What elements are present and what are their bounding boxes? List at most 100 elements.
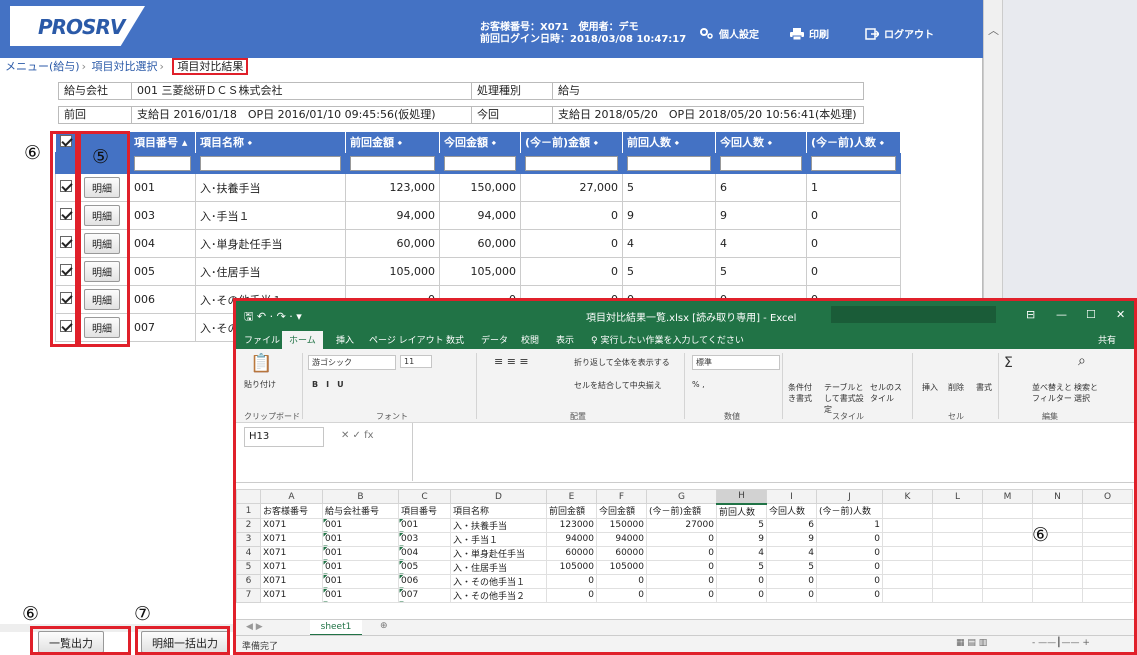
annotation-6-checkbox: ⑥: [24, 142, 42, 164]
maximize-icon[interactable]: ☐: [1086, 308, 1096, 321]
col-header-curr[interactable]: 今回金額 ⬩: [439, 132, 521, 153]
fx-icon[interactable]: ✕ ✓ fx: [341, 430, 374, 441]
autosum-icon[interactable]: Σ: [1004, 355, 1013, 371]
col-header-prevn[interactable]: 前回人数 ⬩: [622, 132, 716, 153]
excel-titlebar: 🖫 ↶ · ↷ · ▾ 項目対比結果一覧.xlsx [読み取り専用] - Exc…: [236, 301, 1134, 329]
settings-button[interactable]: 個人設定: [700, 26, 759, 41]
tab-insert[interactable]: 挿入: [336, 333, 354, 346]
insert-cells-button[interactable]: 挿入: [922, 382, 938, 393]
tab-review[interactable]: 校閲: [521, 333, 539, 346]
tab-file[interactable]: ファイル: [244, 333, 280, 346]
delete-cells-button[interactable]: 削除: [948, 382, 964, 393]
font-name-select[interactable]: 游ゴシック: [308, 355, 396, 370]
sheet-row: 6 X071 001 006 入・その他手当１ 0 0 0 0 0 0: [236, 573, 1133, 589]
conditional-format-button[interactable]: 条件付き書式: [788, 382, 818, 404]
annotation-6-list: ⑥: [22, 603, 40, 625]
number-buttons[interactable]: % ,: [692, 380, 705, 389]
group-clipboard: クリップボード: [244, 412, 300, 421]
add-sheet-icon[interactable]: ⊕: [380, 621, 388, 631]
filter-diff[interactable]: [525, 155, 618, 171]
ribbon-options-icon[interactable]: ⊟: [1026, 308, 1035, 321]
tab-data[interactable]: データ: [481, 333, 508, 346]
group-styles: スタイル: [832, 412, 864, 421]
filter-name[interactable]: [200, 155, 341, 171]
tab-layout[interactable]: ページ レイアウト: [369, 333, 444, 346]
tab-formulas[interactable]: 数式: [446, 333, 464, 346]
status-bar: 準備完了 ▦ ▤ ▥ - ——┃—— +: [236, 635, 1134, 652]
filter-prevn[interactable]: [627, 155, 711, 171]
period-info-row: 前回 支給日 2016/01/18 OP日 2016/01/10 09:45:5…: [58, 106, 864, 124]
search-icon[interactable]: ⌕: [1078, 353, 1086, 369]
col-header-name[interactable]: 項目名称 ⬩: [195, 132, 346, 153]
paste-icon[interactable]: 📋: [250, 353, 272, 374]
share-button[interactable]: 共有: [1098, 333, 1116, 346]
scroll-up-icon[interactable]: ︿: [988, 22, 999, 38]
filter-currn[interactable]: [720, 155, 802, 171]
group-cells: セル: [948, 412, 964, 421]
excel-ribbon-tabs: ファイル ホーム 挿入 ページ レイアウト 数式 データ 校閲 表示 ♀ 実行し…: [236, 329, 1134, 349]
table-row: 明細 001 入･扶養手当 123,000 150,000 27,000 5 6…: [55, 173, 901, 202]
breadcrumb: メニュー(給与) › 項目対比選択 › 項目対比結果: [0, 58, 983, 76]
find-select-button[interactable]: 検索と選択: [1074, 382, 1104, 404]
company-info-row: 給与会社 001 三菱総研ＤＣＳ株式会社 処理種別 給与: [58, 82, 864, 100]
detail-output-highlight: [135, 626, 230, 655]
sheet-tab[interactable]: sheet1: [310, 620, 362, 636]
wrap-text-button[interactable]: 折り返して全体を表示する: [574, 357, 670, 368]
filter-no[interactable]: [134, 155, 191, 171]
sheet-row: 2 X071 001 001 入・扶養手当 123000 150000 27000 5 6 1: [236, 517, 1133, 533]
status-text: 準備完了: [242, 642, 279, 652]
table-row: 明細 003 入･手当１ 94,000 94,000 0 9 9 0: [55, 201, 901, 230]
name-box[interactable]: H13: [244, 427, 324, 447]
print-button[interactable]: 印刷: [790, 26, 829, 41]
sheet-row: 1 お客様番号 給与会社番号 項目番号 項目名称 前回金額 今回金額 (今－前)金額 前回人数…: [236, 503, 1133, 519]
group-editing: 編集: [1042, 412, 1058, 421]
annotation-7: ⑦: [134, 603, 152, 625]
merge-center-button[interactable]: セルを結合して中央揃え: [574, 380, 662, 391]
minimize-icon[interactable]: —: [1056, 308, 1067, 321]
breadcrumb-select[interactable]: 項目対比選択: [92, 60, 158, 73]
sheet-tabs-bar: ◀ ▶ sheet1 ⊕: [236, 619, 1134, 636]
spreadsheet-grid: ABCDEFGHIJKLMNO 1 お客様番号 給与会社番号 項目番号 項目名称 前回金…: [236, 489, 1133, 603]
align-icons[interactable]: ≡ ≡ ≡: [494, 355, 529, 368]
col-header-no[interactable]: 項目番号 ▴: [129, 132, 196, 153]
number-format-select[interactable]: 標準: [692, 355, 780, 370]
sheet-nav-icons[interactable]: ◀ ▶: [246, 622, 263, 632]
checkbox-column-highlight: [50, 131, 78, 347]
group-font: フォント: [376, 412, 408, 421]
font-size-select[interactable]: 11: [400, 355, 432, 368]
filter-curr[interactable]: [444, 155, 516, 171]
col-header-diff[interactable]: (今－前)金額 ⬩: [520, 132, 623, 153]
sort-filter-button[interactable]: 並べ替えとフィルター: [1032, 382, 1072, 404]
zoom-slider[interactable]: - ——┃—— +: [1032, 638, 1090, 648]
sheet-row: 5 X071 001 005 入・住居手当 105000 105000 0 5 5 0: [236, 559, 1133, 575]
sheet-row: 3 X071 001 003 入・手当１ 94000 94000 0 9 9 0: [236, 531, 1133, 547]
col-header-currn[interactable]: 今回人数 ⬩: [715, 132, 807, 153]
breadcrumb-menu[interactable]: メニュー(給与): [5, 60, 80, 73]
sheet-row: 7 X071 001 007 入・その他手当２ 0 0 0 0 0 0: [236, 587, 1133, 603]
col-header-prev[interactable]: 前回金額 ⬩: [345, 132, 440, 153]
user-info: お客様番号：X071 使用者：デモ 前回ログイン日時：2018/03/08 10…: [480, 22, 687, 45]
excel-title: 項目対比結果一覧.xlsx [読み取り専用] - Excel: [586, 313, 797, 324]
formula-input[interactable]: [412, 423, 1134, 481]
paste-button[interactable]: 貼り付け: [244, 379, 276, 390]
filter-prev[interactable]: [350, 155, 435, 171]
tell-me-search[interactable]: ♀ 実行したい作業を入力してください: [591, 333, 744, 346]
cell-style-button[interactable]: セルのスタイル: [870, 382, 906, 404]
col-header-diffn[interactable]: (今－前)人数 ⬩: [806, 132, 901, 153]
printer-icon: [790, 27, 804, 40]
format-cells-button[interactable]: 書式: [976, 382, 992, 393]
close-icon[interactable]: ✕: [1116, 308, 1125, 321]
tab-home[interactable]: ホーム: [282, 331, 323, 349]
filter-diffn[interactable]: [811, 155, 896, 171]
font-style-buttons[interactable]: B I U: [312, 379, 344, 390]
logout-icon: [865, 27, 879, 40]
sheet-row: 4 X071 001 004 入・単身赴任手当 60000 60000 0 4 4 0: [236, 545, 1133, 561]
tab-view[interactable]: 表示: [556, 333, 574, 346]
logo: PROSRV: [10, 6, 145, 46]
quick-access-icons[interactable]: 🖫 ↶ · ↷ · ▾: [244, 308, 302, 327]
table-row: 明細 005 入･住居手当 105,000 105,000 0 5 5 0: [55, 257, 901, 286]
view-icons[interactable]: ▦ ▤ ▥: [956, 638, 987, 648]
annotation-5: ⑤: [92, 146, 110, 168]
group-number: 数値: [724, 412, 740, 421]
logout-button[interactable]: ログアウト: [865, 26, 934, 41]
